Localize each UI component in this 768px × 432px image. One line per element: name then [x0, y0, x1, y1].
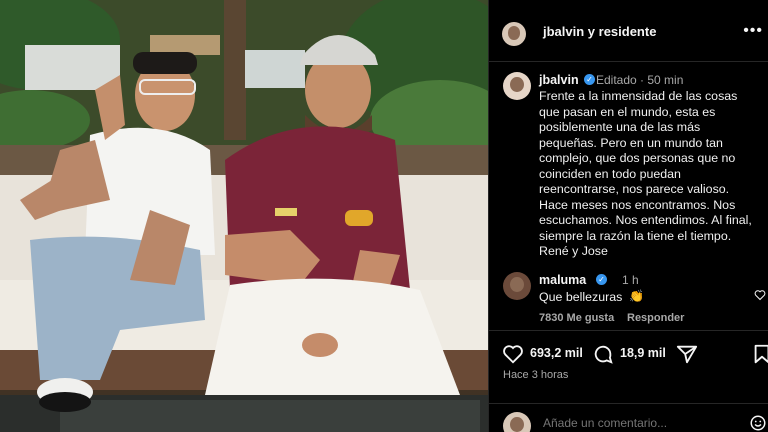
share-send-icon[interactable]	[676, 343, 698, 365]
caption-meta: Editado · 50 min	[596, 73, 684, 87]
avatar[interactable]	[502, 22, 526, 46]
user-avatar	[503, 412, 531, 432]
comment-time: 1 h	[622, 273, 639, 287]
like-heart-icon[interactable]	[502, 343, 524, 365]
save-bookmark-icon[interactable]	[751, 343, 768, 365]
comment-text: Que bellezuras	[539, 290, 623, 304]
post-photo-illustration	[0, 0, 488, 432]
caption-text: Frente a la inmensidad de las cosas que …	[539, 89, 761, 260]
emoji-icon[interactable]	[749, 414, 767, 432]
post-actions: 693,2 mil 18,9 mil Hace 3 horas	[489, 330, 768, 432]
post-header: jbalvin y residente •••	[489, 0, 768, 62]
caption-avatar[interactable]	[503, 72, 531, 100]
clap-emoji: 👏	[629, 289, 644, 303]
post-details-pane: jbalvin y residente ••• jbalvin ✓ Editad…	[488, 0, 768, 432]
comment-like-icon[interactable]	[754, 289, 766, 301]
comment-username[interactable]: maluma	[539, 273, 586, 287]
post-time: Hace 3 horas	[503, 369, 569, 381]
caption-username[interactable]: jbalvin	[539, 73, 579, 87]
caption-signature: René y Jose	[539, 244, 608, 258]
reply-button[interactable]: Responder	[627, 312, 684, 324]
comment-likes[interactable]: 7830 Me gusta	[539, 312, 614, 324]
more-horizontal-icon[interactable]: •••	[743, 22, 763, 40]
comment-bubble-icon[interactable]	[592, 343, 614, 365]
verified-icon: ✓	[596, 274, 607, 285]
likes-count[interactable]: 693,2 mil	[530, 346, 583, 360]
comments-count[interactable]: 18,9 mil	[620, 346, 666, 360]
verified-icon: ✓	[584, 74, 595, 85]
caption-body: Frente a la inmensidad de las cosas que …	[539, 89, 752, 243]
comment-avatar[interactable]	[503, 272, 531, 300]
post-photo	[0, 0, 488, 432]
post-accounts[interactable]: jbalvin y residente	[543, 24, 656, 39]
add-comment-bar	[489, 403, 768, 432]
comment-input[interactable]	[543, 416, 723, 430]
